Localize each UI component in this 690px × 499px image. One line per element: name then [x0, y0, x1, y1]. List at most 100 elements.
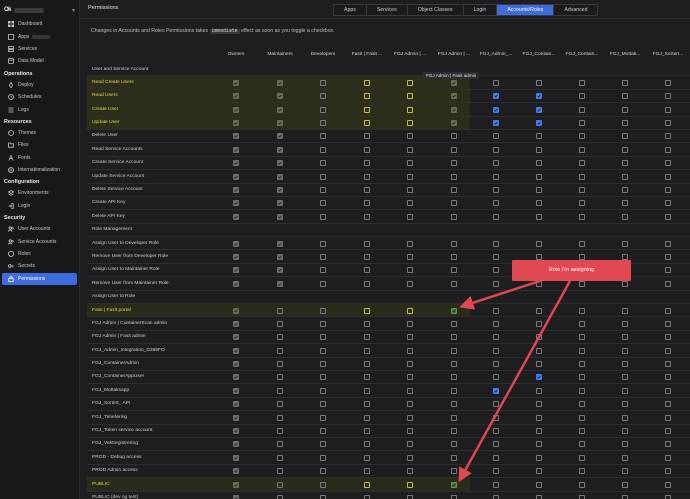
permission-checkbox[interactable]: [536, 481, 542, 488]
permission-checkbox[interactable]: [493, 361, 499, 368]
permission-checkbox[interactable]: [622, 401, 628, 408]
permission-checkbox[interactable]: [493, 79, 499, 86]
permission-checkbox[interactable]: [579, 173, 585, 180]
permission-checkbox[interactable]: [320, 468, 326, 475]
permission-checkbox[interactable]: [493, 280, 499, 287]
permission-checkbox[interactable]: [579, 481, 585, 488]
permission-checkbox[interactable]: [493, 307, 499, 314]
permission-checkbox[interactable]: [665, 495, 671, 499]
tab-services[interactable]: Services: [367, 5, 408, 15]
permission-checkbox[interactable]: [536, 160, 542, 167]
permission-checkbox[interactable]: [665, 146, 671, 153]
permission-checkbox[interactable]: [536, 173, 542, 180]
permission-checkbox[interactable]: [364, 160, 370, 167]
permission-checkbox[interactable]: [493, 267, 499, 274]
permission-checkbox[interactable]: [277, 387, 283, 394]
permission-checkbox[interactable]: [451, 307, 457, 314]
permission-checkbox[interactable]: [364, 267, 370, 274]
permission-checkbox[interactable]: [451, 401, 457, 408]
permission-checkbox[interactable]: [320, 79, 326, 86]
permission-checkbox[interactable]: [320, 133, 326, 140]
permission-checkbox[interactable]: [579, 213, 585, 220]
permission-checkbox[interactable]: [665, 374, 671, 381]
permission-checkbox[interactable]: [320, 441, 326, 448]
permission-checkbox[interactable]: [364, 401, 370, 408]
permission-checkbox[interactable]: [493, 240, 499, 247]
permission-checkbox[interactable]: [622, 280, 628, 287]
permission-checkbox[interactable]: [622, 320, 628, 327]
permission-checkbox[interactable]: [364, 361, 370, 368]
permission-checkbox[interactable]: [277, 307, 283, 314]
permission-checkbox[interactable]: [622, 414, 628, 421]
permission-checkbox[interactable]: [451, 374, 457, 381]
permission-checkbox[interactable]: [536, 146, 542, 153]
permission-checkbox[interactable]: [536, 120, 542, 127]
permission-checkbox[interactable]: [579, 468, 585, 475]
permission-checkbox[interactable]: [622, 173, 628, 180]
permission-checkbox[interactable]: [407, 213, 413, 220]
permission-checkbox[interactable]: [451, 173, 457, 180]
permission-checkbox[interactable]: [579, 495, 585, 499]
permission-checkbox[interactable]: [451, 481, 457, 488]
permission-checkbox[interactable]: [407, 481, 413, 488]
permission-checkbox[interactable]: [536, 106, 542, 113]
permission-checkbox[interactable]: [665, 93, 671, 100]
sidebar-item-fonts[interactable]: Fonts: [2, 152, 77, 164]
permission-checkbox[interactable]: [579, 79, 585, 86]
permission-checkbox[interactable]: [665, 347, 671, 354]
permission-checkbox[interactable]: [665, 280, 671, 287]
permission-checkbox[interactable]: [277, 414, 283, 421]
sidebar-item-environments[interactable]: Environments: [2, 187, 77, 199]
permission-checkbox[interactable]: [622, 361, 628, 368]
permission-checkbox[interactable]: [320, 253, 326, 260]
permission-checkbox[interactable]: [536, 93, 542, 100]
permission-checkbox[interactable]: [364, 320, 370, 327]
permission-checkbox[interactable]: [493, 401, 499, 408]
permission-checkbox[interactable]: [364, 481, 370, 488]
permission-checkbox[interactable]: [451, 240, 457, 247]
permission-checkbox[interactable]: [320, 240, 326, 247]
permission-checkbox[interactable]: [665, 200, 671, 207]
permission-checkbox[interactable]: [579, 387, 585, 394]
permission-checkbox[interactable]: [364, 200, 370, 207]
permission-checkbox[interactable]: [407, 414, 413, 421]
permission-checkbox[interactable]: [665, 106, 671, 113]
permission-checkbox[interactable]: [451, 133, 457, 140]
permission-checkbox[interactable]: [320, 160, 326, 167]
permission-checkbox[interactable]: [451, 146, 457, 153]
permission-checkbox[interactable]: [451, 320, 457, 327]
permission-checkbox[interactable]: [364, 106, 370, 113]
permission-checkbox[interactable]: [493, 173, 499, 180]
permission-checkbox[interactable]: [407, 307, 413, 314]
permission-checkbox[interactable]: [665, 120, 671, 127]
permission-checkbox[interactable]: [579, 374, 585, 381]
permission-checkbox[interactable]: [622, 93, 628, 100]
permission-checkbox[interactable]: [407, 133, 413, 140]
permission-checkbox[interactable]: [407, 361, 413, 368]
permission-checkbox[interactable]: [320, 387, 326, 394]
permission-checkbox[interactable]: [622, 187, 628, 194]
permission-checkbox[interactable]: [665, 79, 671, 86]
permission-checkbox[interactable]: [579, 307, 585, 314]
permission-checkbox[interactable]: [407, 401, 413, 408]
sidebar-item-deploy[interactable]: Deploy: [2, 79, 77, 91]
permission-checkbox[interactable]: [277, 481, 283, 488]
permission-checkbox[interactable]: [364, 347, 370, 354]
permission-checkbox[interactable]: [451, 361, 457, 368]
permission-checkbox[interactable]: [407, 267, 413, 274]
permission-checkbox[interactable]: [579, 106, 585, 113]
permission-checkbox[interactable]: [493, 441, 499, 448]
permission-checkbox[interactable]: [451, 495, 457, 499]
permission-checkbox[interactable]: [622, 495, 628, 499]
permission-checkbox[interactable]: [364, 374, 370, 381]
permission-checkbox[interactable]: [364, 387, 370, 394]
permission-checkbox[interactable]: [493, 454, 499, 461]
permission-checkbox[interactable]: [622, 240, 628, 247]
permission-checkbox[interactable]: [665, 441, 671, 448]
permission-checkbox[interactable]: [622, 481, 628, 488]
permission-checkbox[interactable]: [579, 347, 585, 354]
permission-checkbox[interactable]: [665, 334, 671, 341]
permission-checkbox[interactable]: [622, 347, 628, 354]
permission-checkbox[interactable]: [364, 468, 370, 475]
permission-checkbox[interactable]: [407, 495, 413, 499]
